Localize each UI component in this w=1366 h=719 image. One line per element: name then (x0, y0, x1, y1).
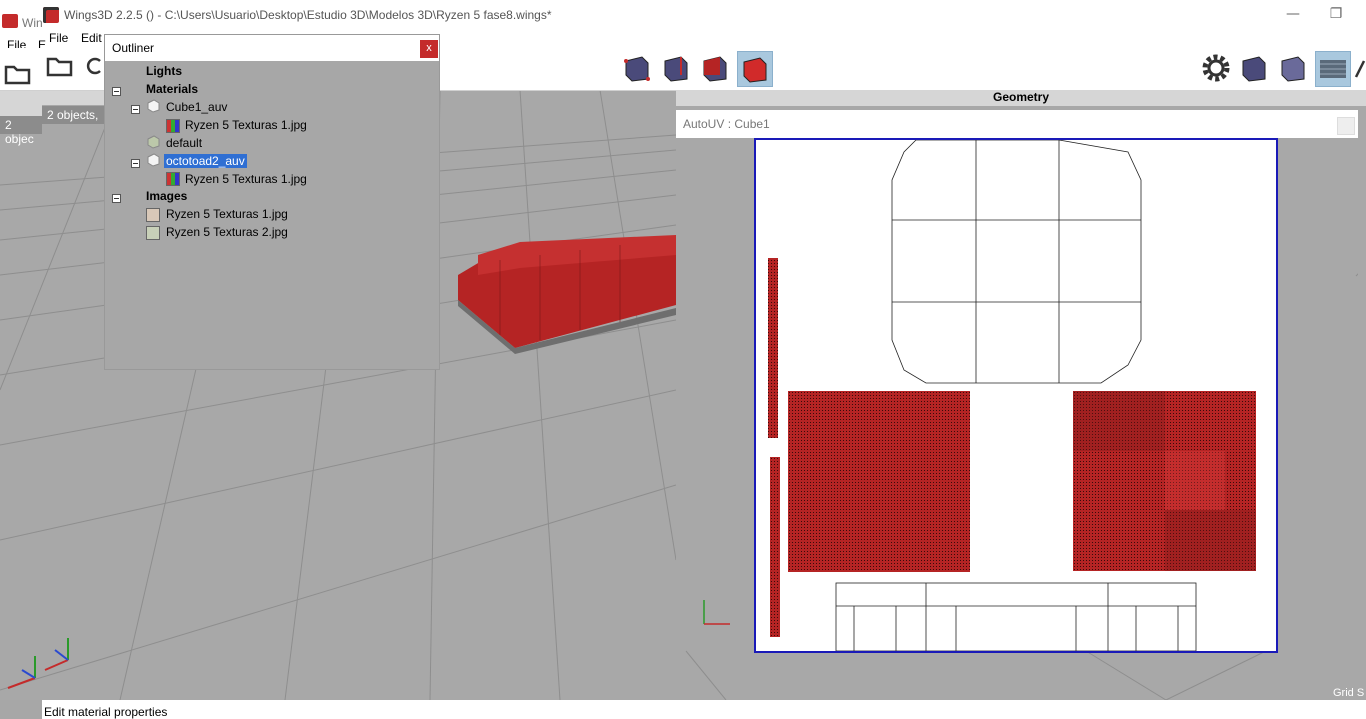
uv-island-top (891, 139, 1142, 384)
refresh-button[interactable] (86, 51, 104, 85)
menu-file[interactable]: File (49, 31, 68, 45)
app-logo-icon (43, 7, 59, 23)
open-folder-button[interactable] (45, 51, 79, 85)
cube1-collapse-toggle[interactable] (131, 105, 140, 114)
material-default[interactable]: default (166, 134, 202, 152)
geometry-window-header[interactable]: Geometry (676, 90, 1366, 106)
folder-icon (46, 57, 73, 77)
open-folder-back-button[interactable] (3, 60, 37, 94)
back-strip (0, 91, 42, 116)
image-icon (146, 208, 160, 222)
front-strip (42, 91, 104, 105)
octotoad-collapse-toggle[interactable] (131, 159, 140, 168)
uv-block-left (788, 391, 970, 572)
material-octotoad2-auv[interactable]: octotoad2_auv (164, 152, 247, 170)
uv-islands (768, 139, 1256, 652)
geometry-info: 2 objects, (42, 106, 104, 124)
status-bar: Edit material properties (42, 700, 1366, 719)
preferences-button[interactable] (1199, 51, 1233, 85)
image-ryzen-texturas-2[interactable]: Ryzen 5 Texturas 2.jpg (166, 223, 288, 241)
material-sphere-icon (147, 153, 160, 167)
outliner-panel: Outliner x Lights Materials Cube1_auv Ry… (104, 34, 440, 370)
vertex-mode-icon (624, 56, 650, 82)
ground-grid-button[interactable] (1315, 51, 1351, 87)
body-mode-icon (743, 57, 767, 83)
restore-button[interactable]: ❐ (1313, 6, 1359, 26)
window-title: Wings3D 2.2.5 () - C:\Users\Usuario\Desk… (64, 8, 552, 22)
face-select-button[interactable] (698, 51, 732, 85)
image-ryzen-texturas-1[interactable]: Ryzen 5 Texturas 1.jpg (166, 205, 288, 223)
texture-icon (166, 172, 180, 186)
uv-block-right (1073, 391, 1256, 571)
grid-icon (1320, 60, 1346, 78)
arrow-icon (1354, 60, 1366, 78)
texture-icon (166, 119, 180, 133)
geometry-info-back: 2 objec (0, 116, 42, 146)
image-icon (146, 226, 160, 240)
geometry-info-text: 2 objects, (47, 108, 99, 122)
images-collapse-toggle[interactable] (112, 194, 121, 203)
body-select-button[interactable] (737, 51, 773, 87)
refresh-icon (86, 57, 101, 75)
materials-collapse-toggle[interactable] (112, 87, 121, 96)
title-bar: Win Wings3D 2.2.5 () - C:\Users\Usuario\… (0, 0, 1366, 30)
uv-strip-1 (768, 258, 778, 438)
uv-island-bottom (835, 582, 1197, 652)
outliner-lights[interactable]: Lights (146, 62, 182, 80)
texture-ryzen-1-octotoad[interactable]: Ryzen 5 Texturas 1.jpg (185, 170, 307, 188)
outliner-images[interactable]: Images (146, 187, 187, 205)
grid-size-label: Grid S (1333, 687, 1365, 699)
texture-ryzen-1-cube1[interactable]: Ryzen 5 Texturas 1.jpg (185, 116, 307, 134)
outliner-close-button[interactable]: x (420, 40, 438, 58)
menu-edit[interactable]: Edit (81, 31, 102, 45)
autouv-title: AutoUV : Cube1 (683, 117, 770, 131)
folder-icon (4, 65, 31, 85)
selected-item-label: octotoad2_auv (164, 154, 247, 168)
vertex-select-button[interactable] (620, 51, 654, 85)
uv-strip-2 (770, 457, 780, 637)
gear-icon (1202, 54, 1230, 82)
outliner-header: Outliner x (105, 35, 439, 61)
back-window-title: Win (22, 16, 43, 30)
autouv-close-button[interactable] (1337, 117, 1355, 135)
app-logo-back-icon (2, 14, 18, 28)
cube-wire-icon (1281, 56, 1305, 82)
uv-editor-canvas[interactable] (754, 138, 1278, 653)
cube-solid-icon (1242, 56, 1266, 82)
material-default-icon (147, 135, 160, 149)
material-cube1-auv[interactable]: Cube1_auv (166, 98, 227, 116)
outliner-materials[interactable]: Materials (146, 80, 198, 98)
outliner-title: Outliner (112, 41, 155, 55)
status-text: Edit material properties (44, 705, 168, 719)
face-mode-icon (703, 56, 727, 82)
edge-select-button[interactable] (659, 51, 693, 85)
smooth-shading-button[interactable] (1237, 51, 1271, 85)
minimize-button[interactable]: — (1270, 6, 1316, 26)
autouv-title-bar: AutoUV : Cube1 (676, 110, 1358, 138)
edge-mode-icon (664, 56, 688, 82)
material-sphere-icon (147, 99, 160, 113)
overflow-button[interactable] (1354, 51, 1366, 85)
right-edge-strip (1358, 110, 1366, 700)
wireframe-button[interactable] (1276, 51, 1310, 85)
geometry-info-back-text: 2 objec (5, 118, 34, 146)
